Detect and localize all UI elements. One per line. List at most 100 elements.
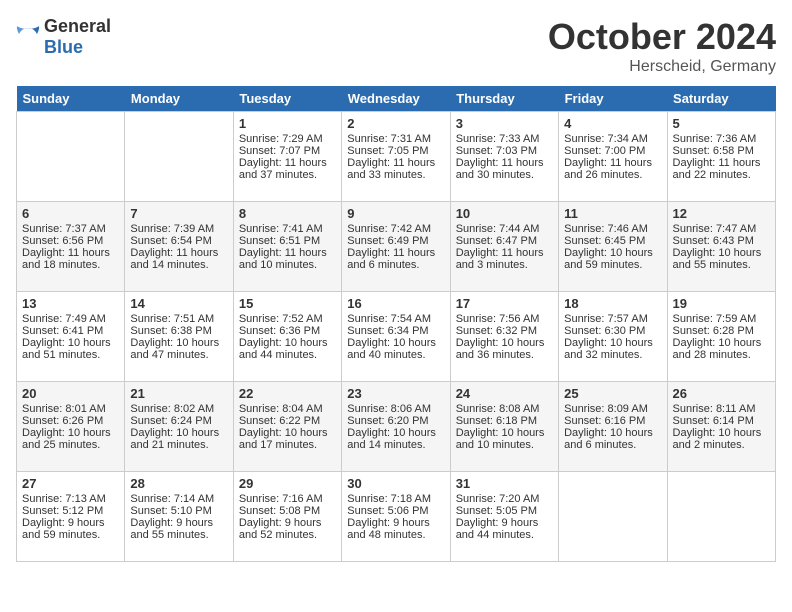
calendar-cell: 12 Sunrise: 7:47 AM Sunset: 6:43 PM Dayl…: [667, 202, 775, 292]
calendar-cell: 8 Sunrise: 7:41 AM Sunset: 6:51 PM Dayli…: [233, 202, 341, 292]
sunrise-text: Sunrise: 7:37 AM: [22, 223, 106, 235]
logo-blue-text: Blue: [44, 37, 83, 57]
calendar-cell: [17, 112, 125, 202]
daylight-text: Daylight: 11 hours and 22 minutes.: [673, 157, 761, 181]
day-number: 5: [673, 116, 770, 131]
calendar-cell: 17 Sunrise: 7:56 AM Sunset: 6:32 PM Dayl…: [450, 292, 558, 382]
sunset-text: Sunset: 6:58 PM: [673, 145, 754, 157]
logo: General Blue: [16, 16, 111, 58]
sunset-text: Sunset: 6:34 PM: [347, 325, 428, 337]
daylight-text: Daylight: 10 hours and 32 minutes.: [564, 337, 653, 361]
day-number: 23: [347, 386, 444, 401]
sunset-text: Sunset: 6:49 PM: [347, 235, 428, 247]
sunrise-text: Sunrise: 7:18 AM: [347, 493, 431, 505]
col-header-saturday: Saturday: [667, 86, 775, 112]
sunset-text: Sunset: 7:07 PM: [239, 145, 320, 157]
day-number: 11: [564, 206, 661, 221]
calendar-cell: 19 Sunrise: 7:59 AM Sunset: 6:28 PM Dayl…: [667, 292, 775, 382]
col-header-friday: Friday: [559, 86, 667, 112]
calendar-week-row: 13 Sunrise: 7:49 AM Sunset: 6:41 PM Dayl…: [17, 292, 776, 382]
calendar-cell: 25 Sunrise: 8:09 AM Sunset: 6:16 PM Dayl…: [559, 382, 667, 472]
daylight-text: Daylight: 11 hours and 3 minutes.: [456, 247, 544, 271]
daylight-text: Daylight: 9 hours and 59 minutes.: [22, 517, 105, 541]
sunset-text: Sunset: 6:24 PM: [130, 415, 211, 427]
sunrise-text: Sunrise: 7:51 AM: [130, 313, 214, 325]
sunrise-text: Sunrise: 7:54 AM: [347, 313, 431, 325]
daylight-text: Daylight: 10 hours and 36 minutes.: [456, 337, 545, 361]
sunset-text: Sunset: 6:47 PM: [456, 235, 537, 247]
sunset-text: Sunset: 6:36 PM: [239, 325, 320, 337]
day-number: 2: [347, 116, 444, 131]
sunset-text: Sunset: 5:06 PM: [347, 505, 428, 517]
day-number: 4: [564, 116, 661, 131]
sunrise-text: Sunrise: 7:59 AM: [673, 313, 757, 325]
day-number: 18: [564, 296, 661, 311]
day-number: 24: [456, 386, 553, 401]
sunset-text: Sunset: 6:32 PM: [456, 325, 537, 337]
daylight-text: Daylight: 11 hours and 6 minutes.: [347, 247, 435, 271]
daylight-text: Daylight: 10 hours and 40 minutes.: [347, 337, 436, 361]
day-number: 16: [347, 296, 444, 311]
sunset-text: Sunset: 6:56 PM: [22, 235, 103, 247]
calendar-cell: 13 Sunrise: 7:49 AM Sunset: 6:41 PM Dayl…: [17, 292, 125, 382]
sunrise-text: Sunrise: 7:42 AM: [347, 223, 431, 235]
calendar-cell: 4 Sunrise: 7:34 AM Sunset: 7:00 PM Dayli…: [559, 112, 667, 202]
sunrise-text: Sunrise: 7:13 AM: [22, 493, 106, 505]
sunset-text: Sunset: 6:26 PM: [22, 415, 103, 427]
day-number: 29: [239, 476, 336, 491]
daylight-text: Daylight: 10 hours and 51 minutes.: [22, 337, 111, 361]
sunset-text: Sunset: 6:18 PM: [456, 415, 537, 427]
daylight-text: Daylight: 10 hours and 55 minutes.: [673, 247, 762, 271]
daylight-text: Daylight: 11 hours and 37 minutes.: [239, 157, 327, 181]
day-number: 22: [239, 386, 336, 401]
daylight-text: Daylight: 11 hours and 18 minutes.: [22, 247, 110, 271]
sunset-text: Sunset: 6:20 PM: [347, 415, 428, 427]
day-number: 30: [347, 476, 444, 491]
daylight-text: Daylight: 11 hours and 26 minutes.: [564, 157, 652, 181]
sunrise-text: Sunrise: 7:20 AM: [456, 493, 540, 505]
calendar-week-row: 1 Sunrise: 7:29 AM Sunset: 7:07 PM Dayli…: [17, 112, 776, 202]
calendar-week-row: 27 Sunrise: 7:13 AM Sunset: 5:12 PM Dayl…: [17, 472, 776, 562]
calendar-cell: 20 Sunrise: 8:01 AM Sunset: 6:26 PM Dayl…: [17, 382, 125, 472]
calendar-header-row: SundayMondayTuesdayWednesdayThursdayFrid…: [17, 86, 776, 112]
daylight-text: Daylight: 10 hours and 28 minutes.: [673, 337, 762, 361]
calendar-cell: 30 Sunrise: 7:18 AM Sunset: 5:06 PM Dayl…: [342, 472, 450, 562]
day-number: 10: [456, 206, 553, 221]
day-number: 20: [22, 386, 119, 401]
calendar-cell: 9 Sunrise: 7:42 AM Sunset: 6:49 PM Dayli…: [342, 202, 450, 292]
sunset-text: Sunset: 5:05 PM: [456, 505, 537, 517]
daylight-text: Daylight: 11 hours and 14 minutes.: [130, 247, 218, 271]
calendar-cell: [559, 472, 667, 562]
calendar-cell: 10 Sunrise: 7:44 AM Sunset: 6:47 PM Dayl…: [450, 202, 558, 292]
sunrise-text: Sunrise: 7:41 AM: [239, 223, 323, 235]
day-number: 28: [130, 476, 227, 491]
col-header-wednesday: Wednesday: [342, 86, 450, 112]
sunrise-text: Sunrise: 7:29 AM: [239, 133, 323, 145]
sunrise-text: Sunrise: 7:31 AM: [347, 133, 431, 145]
sunrise-text: Sunrise: 8:06 AM: [347, 403, 431, 415]
calendar-cell: 23 Sunrise: 8:06 AM Sunset: 6:20 PM Dayl…: [342, 382, 450, 472]
day-number: 12: [673, 206, 770, 221]
sunrise-text: Sunrise: 7:52 AM: [239, 313, 323, 325]
day-number: 13: [22, 296, 119, 311]
daylight-text: Daylight: 10 hours and 10 minutes.: [456, 427, 545, 451]
day-number: 6: [22, 206, 119, 221]
day-number: 21: [130, 386, 227, 401]
day-number: 26: [673, 386, 770, 401]
calendar-cell: 11 Sunrise: 7:46 AM Sunset: 6:45 PM Dayl…: [559, 202, 667, 292]
sunrise-text: Sunrise: 7:33 AM: [456, 133, 540, 145]
sunrise-text: Sunrise: 7:36 AM: [673, 133, 757, 145]
calendar-table: SundayMondayTuesdayWednesdayThursdayFrid…: [16, 86, 776, 562]
calendar-cell: 31 Sunrise: 7:20 AM Sunset: 5:05 PM Dayl…: [450, 472, 558, 562]
calendar-cell: 1 Sunrise: 7:29 AM Sunset: 7:07 PM Dayli…: [233, 112, 341, 202]
col-header-thursday: Thursday: [450, 86, 558, 112]
sunset-text: Sunset: 6:22 PM: [239, 415, 320, 427]
calendar-cell: [125, 112, 233, 202]
sunrise-text: Sunrise: 7:34 AM: [564, 133, 648, 145]
sunset-text: Sunset: 6:45 PM: [564, 235, 645, 247]
day-number: 27: [22, 476, 119, 491]
day-number: 3: [456, 116, 553, 131]
daylight-text: Daylight: 10 hours and 59 minutes.: [564, 247, 653, 271]
sunset-text: Sunset: 5:08 PM: [239, 505, 320, 517]
daylight-text: Daylight: 9 hours and 44 minutes.: [456, 517, 539, 541]
